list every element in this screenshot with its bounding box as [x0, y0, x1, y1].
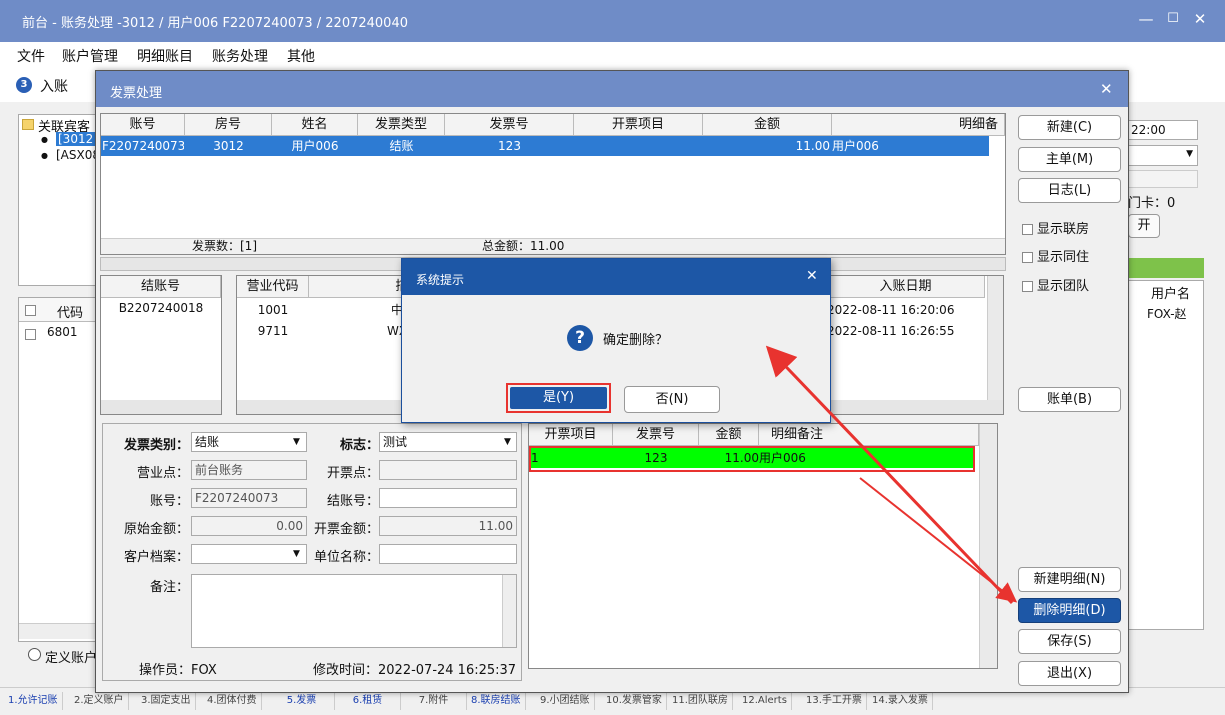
arrow-to-confirm: [765, 345, 1014, 605]
annotation-arrows: [765, 345, 1018, 605]
arrow-to-delete: [859, 477, 1018, 603]
